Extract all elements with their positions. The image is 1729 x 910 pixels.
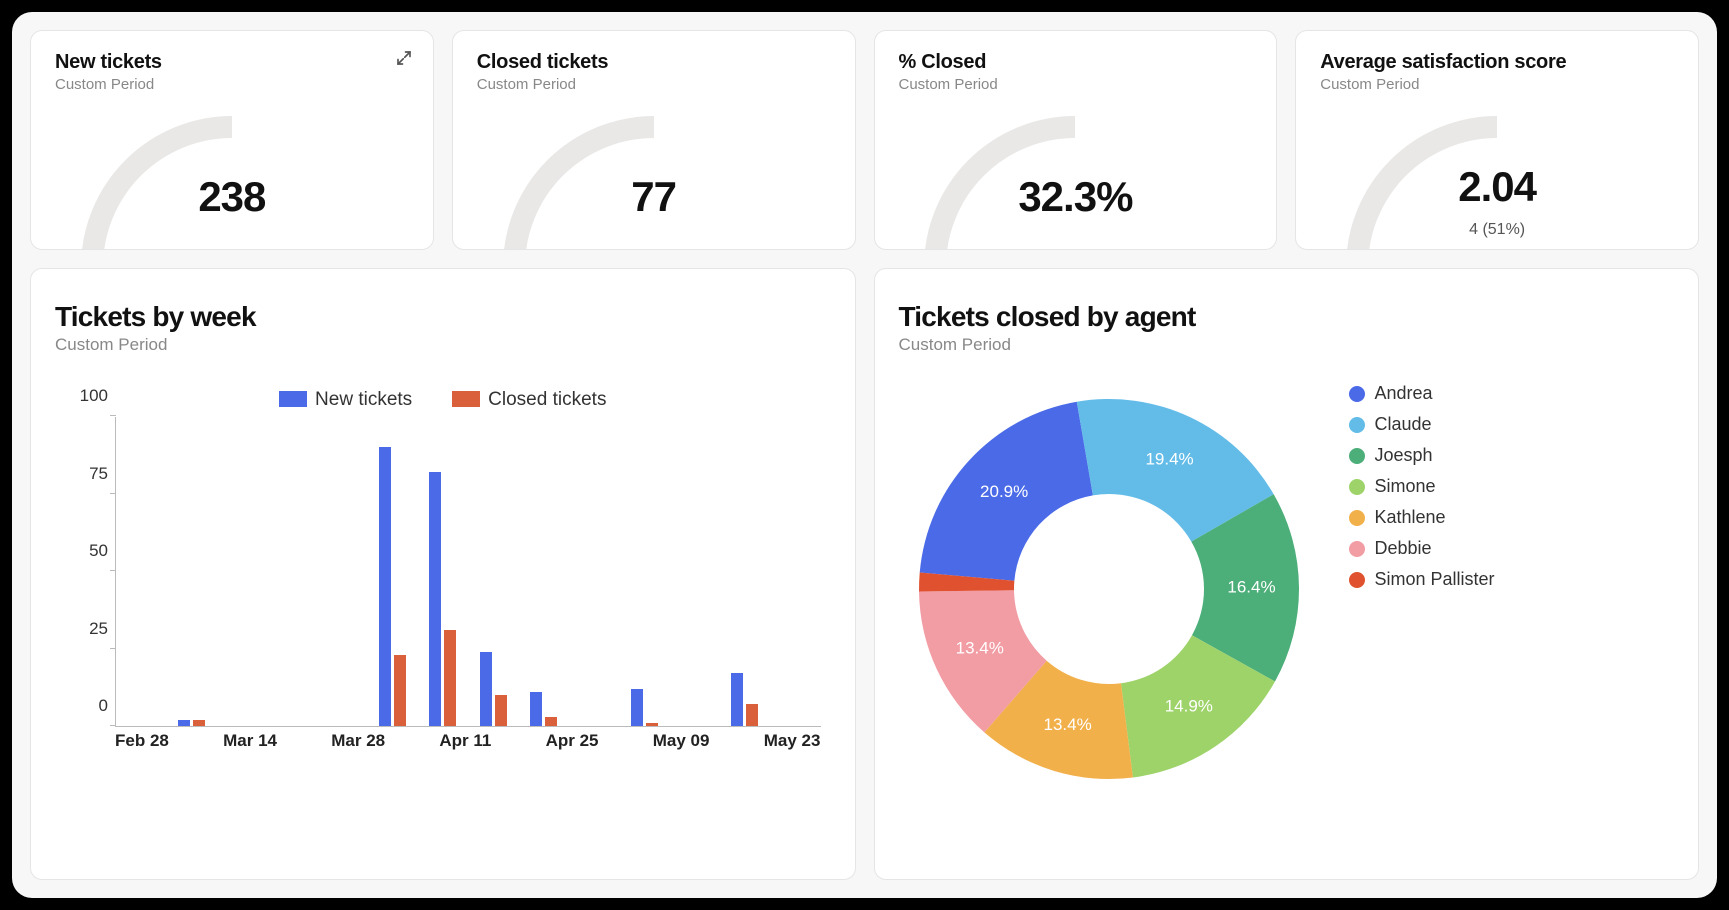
- legend-item: Simon Pallister: [1349, 569, 1495, 590]
- legend-dot: [1349, 541, 1365, 557]
- panel-period: Custom Period: [899, 335, 1675, 355]
- x-tick: Apr 25: [546, 731, 599, 751]
- legend-label: Joesph: [1375, 445, 1433, 466]
- slice-label: 13.4%: [955, 638, 1003, 657]
- bar-new: [379, 447, 391, 726]
- legend-dot: [1349, 510, 1365, 526]
- bar-legend: New tickets Closed tickets: [55, 389, 831, 411]
- kpi-card-new-tickets[interactable]: New tickets Custom Period 238: [30, 30, 434, 250]
- dashboard: New tickets Custom Period 238 Closed tic…: [12, 12, 1717, 898]
- bar-closed: [746, 704, 758, 726]
- bar-new: [631, 689, 643, 726]
- legend-label: Simone: [1375, 476, 1436, 497]
- bar-closed: [394, 655, 406, 726]
- y-tick: 75: [66, 464, 108, 484]
- bar-chart: New tickets Closed tickets 0255075100 Fe…: [55, 389, 831, 769]
- legend-new: New tickets: [279, 389, 412, 411]
- bar-new: [178, 720, 190, 726]
- slice-label: 20.9%: [980, 482, 1028, 501]
- donut-chart: 20.9% 19.4% 16.4% 14.9% 13.4% 13.4%: [899, 379, 1319, 799]
- bar-group: [731, 673, 759, 726]
- bar-group: [480, 652, 508, 726]
- bar-closed: [646, 723, 658, 726]
- y-tick: 100: [66, 386, 108, 406]
- bar-closed: [545, 717, 557, 726]
- kpi-title: New tickets: [55, 51, 409, 74]
- kpi-title: Average satisfaction score: [1320, 51, 1674, 74]
- kpi-value: 32.3%: [875, 173, 1277, 221]
- legend-label: Andrea: [1375, 383, 1433, 404]
- legend-item: Kathlene: [1349, 507, 1495, 528]
- legend-dot: [1349, 417, 1365, 433]
- x-tick: May 09: [653, 731, 710, 751]
- panel-tickets-by-week[interactable]: Tickets by week Custom Period New ticket…: [30, 268, 856, 880]
- kpi-card-closed-tickets[interactable]: Closed tickets Custom Period 77: [452, 30, 856, 250]
- bar-closed: [444, 630, 456, 726]
- bar-group: [379, 447, 407, 726]
- x-tick: Mar 28: [331, 731, 385, 751]
- bar-group: [178, 720, 206, 726]
- slice-label: 16.4%: [1227, 577, 1275, 596]
- legend-item: Debbie: [1349, 538, 1495, 559]
- bar-new: [480, 652, 492, 726]
- bar-closed: [193, 720, 205, 726]
- legend-dot: [1349, 448, 1365, 464]
- legend-dot: [1349, 479, 1365, 495]
- legend-label: Claude: [1375, 414, 1432, 435]
- bar-plot: 0255075100: [115, 417, 821, 727]
- slice-label: 14.9%: [1164, 697, 1212, 716]
- legend-label: Simon Pallister: [1375, 569, 1495, 590]
- panel-title: Tickets by week: [55, 301, 831, 333]
- donut-legend: Andrea Claude Joesph Simone Kathlene Debbie Si…: [1349, 383, 1495, 590]
- x-tick: May 23: [764, 731, 821, 751]
- kpi-value: 77: [453, 173, 855, 221]
- x-tick: Feb 28: [115, 731, 169, 751]
- kpi-value: 238: [31, 173, 433, 221]
- x-tick: Apr 11: [439, 731, 491, 751]
- bar-new: [429, 472, 441, 726]
- x-tick: Mar 14: [223, 731, 277, 751]
- legend-label: Debbie: [1375, 538, 1432, 559]
- legend-new-label: New tickets: [315, 389, 412, 410]
- legend-item: Joesph: [1349, 445, 1495, 466]
- expand-icon[interactable]: [395, 49, 413, 67]
- kpi-row: New tickets Custom Period 238 Closed tic…: [30, 30, 1699, 250]
- bar-new: [731, 673, 743, 726]
- bar-closed: [495, 695, 507, 726]
- kpi-subvalue: 4 (51%): [1296, 221, 1698, 239]
- y-tick: 50: [66, 541, 108, 561]
- kpi-card-pct-closed[interactable]: % Closed Custom Period 32.3%: [874, 30, 1278, 250]
- legend-dot: [1349, 572, 1365, 588]
- legend-label: Kathlene: [1375, 507, 1446, 528]
- kpi-title: Closed tickets: [477, 51, 831, 74]
- legend-item: Simone: [1349, 476, 1495, 497]
- kpi-period: Custom Period: [55, 76, 409, 93]
- slice-label: 19.4%: [1145, 450, 1193, 469]
- panel-row: Tickets by week Custom Period New ticket…: [30, 268, 1699, 880]
- kpi-period: Custom Period: [477, 76, 831, 93]
- kpi-card-satisfaction[interactable]: Average satisfaction score Custom Period…: [1295, 30, 1699, 250]
- bar-group: [429, 472, 457, 726]
- bar-group: [631, 689, 659, 726]
- kpi-period: Custom Period: [1320, 76, 1674, 93]
- y-tick: 0: [66, 696, 108, 716]
- panel-tickets-by-agent[interactable]: Tickets closed by agent Custom Period 20…: [874, 268, 1700, 880]
- bar-group: [530, 692, 558, 726]
- y-tick: 25: [66, 619, 108, 639]
- legend-closed-label: Closed tickets: [488, 389, 606, 410]
- panel-period: Custom Period: [55, 335, 831, 355]
- panel-title: Tickets closed by agent: [899, 301, 1675, 333]
- legend-dot: [1349, 386, 1365, 402]
- legend-closed: Closed tickets: [452, 389, 606, 411]
- kpi-value: 2.04: [1296, 163, 1698, 211]
- bar-new: [530, 692, 542, 726]
- kpi-period: Custom Period: [899, 76, 1253, 93]
- slice-label: 13.4%: [1043, 715, 1091, 734]
- bar-x-axis: Feb 28 Mar 14 Mar 28 Apr 11 Apr 25 May 09 May …: [115, 731, 821, 751]
- legend-item: Andrea: [1349, 383, 1495, 404]
- kpi-title: % Closed: [899, 51, 1253, 74]
- legend-item: Claude: [1349, 414, 1495, 435]
- donut-body: 20.9% 19.4% 16.4% 14.9% 13.4% 13.4% Andrea Cla…: [899, 379, 1675, 799]
